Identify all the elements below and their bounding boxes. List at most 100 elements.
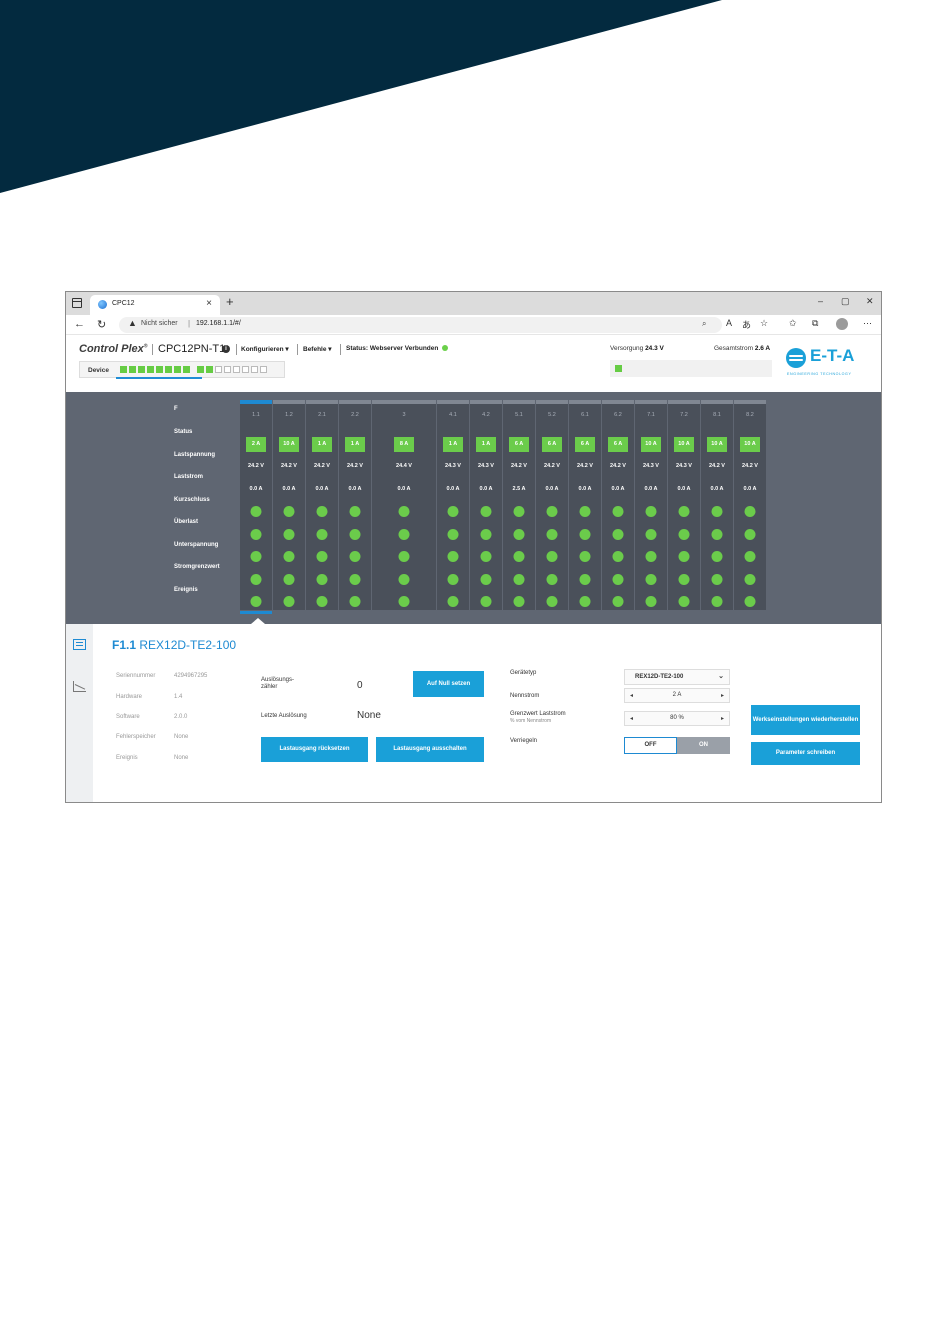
translate-icon[interactable]: あ: [742, 318, 751, 331]
channel-column[interactable]: 4.2 1 A 24.3 V 0.0 A: [470, 400, 502, 610]
channel-column[interactable]: 4.1 1 A 24.3 V 0.0 A: [437, 400, 469, 610]
collections-icon[interactable]: ⧉: [812, 318, 818, 329]
status-badge: 6 A: [542, 437, 562, 452]
column-header-bar: [536, 400, 568, 404]
event-indicator: [678, 596, 690, 607]
device-tab[interactable]: Device: [79, 361, 285, 379]
event-indicator: [546, 596, 558, 607]
profile-avatar[interactable]: [836, 318, 848, 330]
last-trip-value: None: [357, 710, 381, 721]
load-voltage: 24.2 V: [742, 463, 758, 469]
browser-tab[interactable]: CPC12 ×: [90, 295, 220, 315]
minimize-button[interactable]: –: [818, 296, 823, 306]
lock-off-option[interactable]: OFF: [624, 737, 677, 754]
event-indicator: [250, 596, 262, 607]
close-window-button[interactable]: ✕: [866, 296, 874, 307]
row-label-status: Status: [174, 429, 193, 435]
channel-column[interactable]: 2.2 1 A 24.2 V 0.0 A: [339, 400, 371, 610]
lock-on-option[interactable]: ON: [677, 737, 730, 754]
column-header-bar: [240, 400, 272, 404]
parameters-icon[interactable]: [73, 639, 86, 650]
limit-indicator: [480, 574, 492, 585]
load-voltage: 24.2 V: [281, 463, 297, 469]
switch-off-output-button[interactable]: Lastausgang ausschalten: [376, 737, 484, 762]
channel-title: F1.1 REX12D-TE2-100: [112, 638, 237, 652]
module-indicators: [120, 366, 267, 374]
channel-column[interactable]: 5.1 6 A 24.2 V 2.5 A: [503, 400, 535, 610]
configure-menu[interactable]: Konfigurieren ▾: [241, 345, 289, 353]
lock-toggle[interactable]: OFF ON: [624, 737, 730, 754]
total-current-readout: Gesamtstrom 2.6 A: [714, 345, 771, 352]
undervoltage-indicator: [744, 551, 756, 562]
device-tab-underline: [116, 377, 202, 379]
device-name: CPC12PN-T1: [158, 343, 226, 355]
status-badge: 6 A: [575, 437, 595, 452]
device-type-select[interactable]: REX12D-TE2-100 ⌄: [624, 669, 730, 685]
rated-current-stepper[interactable]: ◂ 2 A ▸: [624, 688, 730, 703]
short-circuit-indicator: [349, 506, 361, 517]
limit-indicator: [711, 574, 723, 585]
overload-indicator: [678, 529, 690, 540]
favorites-icon[interactable]: ✩: [789, 318, 797, 329]
commands-menu[interactable]: Befehle ▾: [303, 345, 332, 353]
channel-id: 8.2: [746, 412, 754, 418]
info-icon[interactable]: i: [222, 345, 230, 353]
module-indicator: [197, 366, 204, 373]
channel-column[interactable]: 1.2 10 A 24.2 V 0.0 A: [273, 400, 305, 610]
chart-icon[interactable]: [73, 681, 86, 692]
reload-icon[interactable]: ↻: [97, 318, 106, 331]
trip-counter-label: Auslösungs-zähler: [261, 677, 295, 690]
channel-id: 7.1: [647, 412, 655, 418]
favorite-add-icon[interactable]: ☆: [760, 318, 768, 329]
channel-column[interactable]: 1.1 2 A 24.2 V 0.0 A: [240, 400, 272, 614]
read-aloud-icon[interactable]: A: [726, 318, 732, 328]
url-field[interactable]: ▲ Nicht sicher | 192.168.1.1/#/ ⌕: [119, 317, 722, 333]
undervoltage-indicator: [250, 551, 262, 562]
reset-output-button[interactable]: Lastausgang rücksetzen: [261, 737, 368, 762]
brand-name: Control Plex®: [79, 343, 148, 355]
channel-column[interactable]: 8.2 10 A 24.2 V 0.0 A: [734, 400, 766, 610]
current-limit-stepper[interactable]: ◂ 80 % ▸: [624, 711, 730, 726]
undervoltage-indicator: [398, 551, 410, 562]
channel-id: 1.2: [285, 412, 293, 418]
factory-reset-button[interactable]: Werkseinstellungen wiederherstellen: [751, 705, 860, 735]
trip-counter-value: 0: [357, 680, 363, 691]
status-badge: 6 A: [509, 437, 529, 452]
event-indicator: [283, 596, 295, 607]
channel-column[interactable]: 7.1 10 A 24.3 V 0.0 A: [635, 400, 667, 610]
write-parameters-button[interactable]: Parameter schreiben: [751, 742, 860, 765]
registered-mark: ®: [143, 343, 148, 350]
channel-column[interactable]: 6.2 6 A 24.2 V 0.0 A: [602, 400, 634, 610]
undervoltage-indicator: [678, 551, 690, 562]
channel-column[interactable]: 6.1 6 A 24.2 V 0.0 A: [569, 400, 601, 610]
column-header-bar: [701, 400, 733, 404]
channel-column[interactable]: 3 8 A 24.4 V 0.0 A: [372, 400, 436, 610]
close-tab-icon[interactable]: ×: [206, 298, 212, 309]
lock-label: Verriegeln: [510, 738, 538, 744]
new-tab-button[interactable]: +: [226, 294, 234, 309]
maximize-button[interactable]: ▢: [841, 296, 850, 307]
tab-actions-icon[interactable]: [72, 298, 82, 308]
overload-indicator: [513, 529, 525, 540]
channel-column[interactable]: 8.1 10 A 24.2 V 0.0 A: [701, 400, 733, 610]
reset-counter-button[interactable]: Auf Null setzen: [413, 671, 484, 697]
column-header-bar: [273, 400, 305, 404]
increment-icon[interactable]: ▸: [721, 715, 724, 722]
overload-indicator: [711, 529, 723, 540]
undervoltage-indicator: [349, 551, 361, 562]
zoom-icon[interactable]: ⌕: [702, 319, 706, 329]
more-icon[interactable]: ⋯: [863, 318, 872, 329]
back-icon[interactable]: ←: [74, 318, 85, 330]
hardware-label: Hardware: [116, 694, 143, 700]
increment-icon[interactable]: ▸: [721, 692, 724, 699]
limit-indicator: [283, 574, 295, 585]
load-voltage: 24.3 V: [643, 463, 659, 469]
short-circuit-indicator: [316, 506, 328, 517]
channel-column[interactable]: 5.2 6 A 24.2 V 0.0 A: [536, 400, 568, 610]
overload-indicator: [546, 529, 558, 540]
limit-indicator: [612, 574, 624, 585]
hardware-value: 1.4: [174, 694, 183, 700]
channel-column[interactable]: 7.2 10 A 24.3 V 0.0 A: [668, 400, 700, 610]
channel-column[interactable]: 2.1 1 A 24.2 V 0.0 A: [306, 400, 338, 610]
module-indicator: [147, 366, 154, 373]
